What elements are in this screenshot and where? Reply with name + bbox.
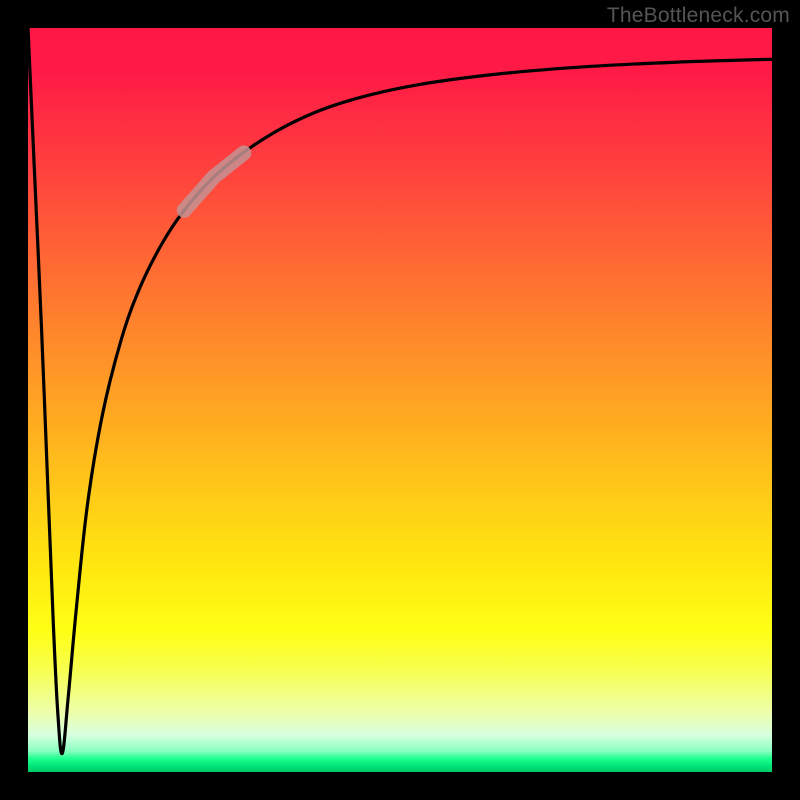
attribution-label: TheBottleneck.com <box>607 4 790 28</box>
curve-path <box>28 28 772 754</box>
curve-highlight <box>184 153 244 210</box>
bottleneck-curve <box>28 28 772 772</box>
chart-frame: TheBottleneck.com <box>0 0 800 800</box>
plot-area <box>28 28 772 772</box>
